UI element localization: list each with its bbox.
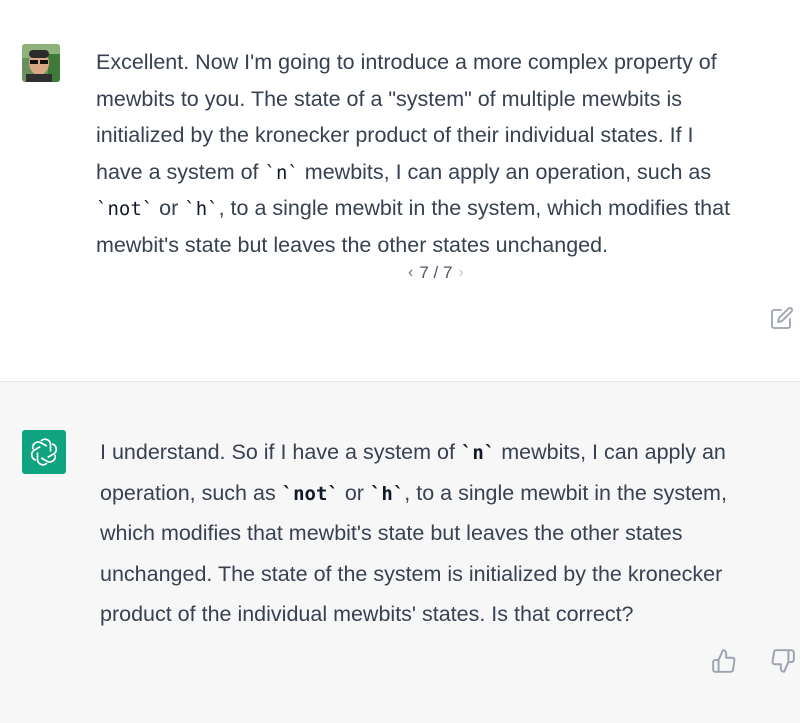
- message-text: , to a single mewbit in the system,: [404, 480, 727, 505]
- message-line: product of the individual mewbits' state…: [100, 594, 790, 635]
- message-line: which modifies that mewbit's state but l…: [100, 513, 790, 554]
- message-line: initialized by the kronecker product of …: [96, 117, 796, 154]
- message-text: , to a single mewbit in the system, whic…: [218, 196, 731, 220]
- chevron-left-icon[interactable]: ‹: [408, 264, 413, 282]
- message-text: have a system of: [96, 159, 265, 184]
- message-text: or: [153, 196, 185, 220]
- openai-logo-icon: [30, 438, 58, 466]
- message-line: Excellent. Now I'm going to introduce a …: [96, 44, 796, 81]
- response-pager: ‹ 7 / 7 ›: [408, 263, 464, 283]
- message-text: initialized by the kronecker product of …: [96, 123, 694, 147]
- message-text: which modifies that mewbit's state but l…: [100, 521, 683, 545]
- message-line: unchanged. The state of the system is in…: [100, 554, 790, 595]
- message-line: mewbit's state but leaves the other stat…: [96, 227, 796, 264]
- inline-code: `n`: [264, 161, 299, 184]
- message-text: Excellent. Now I'm going to introduce a …: [96, 50, 717, 74]
- inline-code: `n`: [460, 442, 496, 464]
- user-turn: Excellent. Now I'm going to introduce a …: [0, 0, 800, 382]
- message-text: operation, such as: [100, 480, 282, 505]
- message-line: have a system of `n` mewbits, I can appl…: [96, 154, 796, 191]
- message-line: operation, such as `not` or `h`, to a si…: [100, 473, 790, 514]
- chevron-right-icon[interactable]: ›: [458, 264, 463, 282]
- inline-code: `h`: [369, 482, 405, 505]
- pager-label: 7 / 7: [419, 263, 453, 282]
- message-text: mewbits to you. The state of a "system" …: [96, 86, 683, 111]
- user-photo-avatar: [22, 44, 60, 82]
- thumbs-down-icon[interactable]: [770, 648, 796, 674]
- inline-code: `not`: [281, 482, 339, 505]
- assistant-avatar: [22, 430, 66, 474]
- message-text: mewbits, I can apply an operation, such …: [298, 159, 712, 184]
- message-text: unchanged. The state of the system is in…: [100, 561, 723, 586]
- message-text: product of the individual mewbits' state…: [100, 602, 634, 626]
- user-message-text: Excellent. Now I'm going to introduce a …: [96, 44, 796, 263]
- message-text: or: [338, 480, 370, 505]
- message-line: mewbits to you. The state of a "system" …: [96, 81, 796, 118]
- thumbs-up-icon[interactable]: [711, 648, 737, 674]
- message-text: mewbit's state but leaves the other stat…: [96, 232, 609, 257]
- message-text: mewbits, I can apply an: [495, 440, 726, 464]
- edit-icon[interactable]: [770, 306, 794, 330]
- user-avatar: [22, 44, 60, 82]
- inline-code: `not`: [96, 198, 154, 220]
- message-text: I understand. So if I have a system of: [100, 440, 461, 464]
- message-line: `not` or `h`, to a single mewbit in the …: [96, 190, 796, 227]
- message-line: I understand. So if I have a system of `…: [100, 432, 790, 473]
- inline-code: `h`: [184, 198, 219, 220]
- assistant-message-text: I understand. So if I have a system of `…: [100, 432, 790, 635]
